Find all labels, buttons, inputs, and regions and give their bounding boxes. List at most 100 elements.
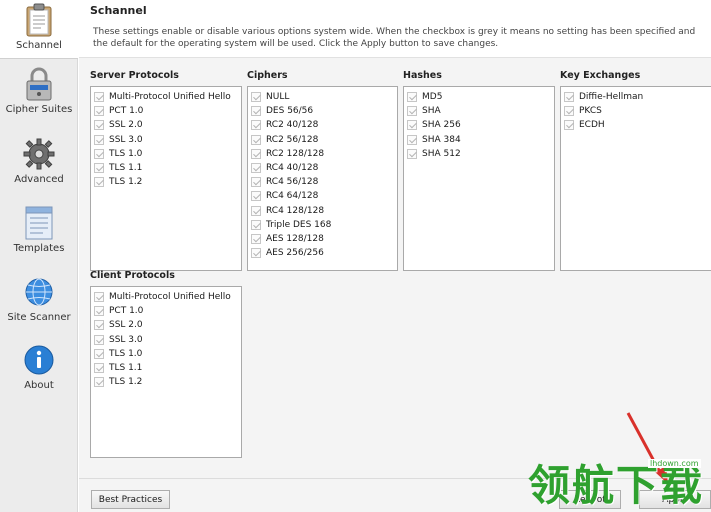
checkbox-label: SHA 384 <box>422 134 461 145</box>
sidebar-item-site-scanner[interactable]: Site Scanner <box>0 274 78 323</box>
checkbox-row[interactable]: RC4 56/128 <box>251 175 397 189</box>
sidebar-item-templates[interactable]: Templates <box>0 205 78 254</box>
grey-checkbox[interactable] <box>94 177 104 188</box>
checkbox-row[interactable]: MD5 <box>407 90 554 104</box>
checkbox-row[interactable]: TLS 1.1 <box>94 361 241 375</box>
checkbox-label: RC4 40/128 <box>266 163 319 174</box>
checkbox-row[interactable]: PCT 1.0 <box>94 304 241 318</box>
checkbox-row[interactable]: SHA 512 <box>407 147 554 161</box>
checkbox-row[interactable]: RC2 128/128 <box>251 147 397 161</box>
checkbox-row[interactable]: TLS 1.0 <box>94 347 241 361</box>
checkbox-label: SSL 3.0 <box>109 334 143 345</box>
grey-checkbox[interactable] <box>251 248 261 259</box>
sidebar-item-about[interactable]: About <box>0 342 78 391</box>
sidebar-item-cipher-suites[interactable]: Cipher Suites <box>0 66 78 115</box>
checkbox-label: SHA <box>422 106 441 117</box>
checkbox-label: SHA 256 <box>422 120 461 131</box>
checkbox-label: TLS 1.0 <box>109 148 143 159</box>
grey-checkbox[interactable] <box>407 120 417 131</box>
grey-checkbox[interactable] <box>94 120 104 131</box>
sidebar-item-advanced[interactable]: Advanced <box>0 136 78 185</box>
checkbox-label: RC4 128/128 <box>266 205 325 216</box>
checkbox-label: TLS 1.1 <box>109 363 143 374</box>
checkbox-row[interactable]: AES 256/256 <box>251 246 397 260</box>
checkbox-label: Multi-Protocol Unified Hello <box>109 292 231 303</box>
reboot-button[interactable]: Reboot <box>559 490 621 509</box>
checkbox-label: PCT 1.0 <box>109 306 144 317</box>
checkbox-row[interactable]: TLS 1.2 <box>94 375 241 389</box>
sidebar: Schannel Cipher Suites Advanced Template… <box>0 0 78 512</box>
grey-checkbox[interactable] <box>251 92 261 103</box>
grey-checkbox[interactable] <box>94 163 104 174</box>
grey-checkbox[interactable] <box>251 163 261 174</box>
checkbox-label: SSL 3.0 <box>109 134 143 145</box>
grey-checkbox[interactable] <box>564 92 574 103</box>
checkbox-row[interactable]: TLS 1.2 <box>94 175 241 189</box>
grey-checkbox[interactable] <box>251 134 261 145</box>
grey-checkbox[interactable] <box>251 120 261 131</box>
grey-checkbox[interactable] <box>564 120 574 131</box>
checkbox-row[interactable]: SHA 384 <box>407 133 554 147</box>
grey-checkbox[interactable] <box>94 134 104 145</box>
grey-checkbox[interactable] <box>94 363 104 374</box>
checkbox-row[interactable]: SHA 256 <box>407 118 554 132</box>
grey-checkbox[interactable] <box>94 320 104 331</box>
grey-checkbox[interactable] <box>94 292 104 303</box>
checkbox-row[interactable]: AES 128/128 <box>251 232 397 246</box>
checkbox-row[interactable]: SHA <box>407 104 554 118</box>
grey-checkbox[interactable] <box>251 177 261 188</box>
checkbox-row[interactable]: SSL 2.0 <box>94 318 241 332</box>
grey-checkbox[interactable] <box>407 148 417 159</box>
checkbox-row[interactable]: TLS 1.0 <box>94 147 241 161</box>
grey-checkbox[interactable] <box>94 348 104 359</box>
grey-checkbox[interactable] <box>564 106 574 117</box>
grey-checkbox[interactable] <box>251 205 261 216</box>
checkbox-row[interactable]: DES 56/56 <box>251 104 397 118</box>
best-practices-button[interactable]: Best Practices <box>91 490 170 509</box>
grey-checkbox[interactable] <box>251 191 261 202</box>
apply-button[interactable]: Apply <box>639 490 711 509</box>
checkbox-row[interactable]: PCT 1.0 <box>94 104 241 118</box>
group-title: Server Protocols <box>90 70 179 81</box>
checkbox-row[interactable]: Diffie-Hellman <box>564 90 711 104</box>
grey-checkbox[interactable] <box>251 106 261 117</box>
info-icon <box>22 342 56 378</box>
checkbox-row[interactable]: RC2 40/128 <box>251 118 397 132</box>
templates-icon <box>22 205 56 241</box>
checkbox-row[interactable]: Triple DES 168 <box>251 218 397 232</box>
sidebar-item-label: Advanced <box>14 174 64 185</box>
grey-checkbox[interactable] <box>94 377 104 388</box>
checkbox-row[interactable]: SSL 2.0 <box>94 118 241 132</box>
sidebar-item-schannel[interactable]: Schannel <box>0 0 78 59</box>
checkbox-row[interactable]: RC4 128/128 <box>251 204 397 218</box>
checkbox-row[interactable]: RC4 40/128 <box>251 161 397 175</box>
grey-checkbox[interactable] <box>94 306 104 317</box>
checkbox-row[interactable]: NULL <box>251 90 397 104</box>
grey-checkbox[interactable] <box>251 148 261 159</box>
checkbox-row[interactable]: RC4 64/128 <box>251 189 397 203</box>
checkbox-row[interactable]: SSL 3.0 <box>94 333 241 347</box>
checkbox-label: RC2 56/128 <box>266 134 319 145</box>
gear-icon <box>22 136 56 172</box>
grey-checkbox[interactable] <box>251 233 261 244</box>
watermark-url: lhdown.com <box>648 459 701 468</box>
grey-checkbox[interactable] <box>407 134 417 145</box>
grey-checkbox[interactable] <box>94 148 104 159</box>
grey-checkbox[interactable] <box>251 219 261 230</box>
checkbox-row[interactable]: TLS 1.1 <box>94 161 241 175</box>
grey-checkbox[interactable] <box>94 334 104 345</box>
checkbox-label: TLS 1.0 <box>109 348 143 359</box>
checkbox-row[interactable]: Multi-Protocol Unified Hello <box>94 90 241 104</box>
checkbox-label: RC4 56/128 <box>266 177 319 188</box>
checkbox-row[interactable]: SSL 3.0 <box>94 133 241 147</box>
checkbox-row[interactable]: ECDH <box>564 118 711 132</box>
grey-checkbox[interactable] <box>407 106 417 117</box>
checkbox-row[interactable]: PKCS <box>564 104 711 118</box>
checkbox-row[interactable]: RC2 56/128 <box>251 133 397 147</box>
checkbox-row[interactable]: Multi-Protocol Unified Hello <box>94 290 241 304</box>
checkbox-label: PCT 1.0 <box>109 106 144 117</box>
grey-checkbox[interactable] <box>94 92 104 103</box>
grey-checkbox[interactable] <box>407 92 417 103</box>
main-panel: Schannel These settings enable or disabl… <box>79 0 711 512</box>
grey-checkbox[interactable] <box>94 106 104 117</box>
